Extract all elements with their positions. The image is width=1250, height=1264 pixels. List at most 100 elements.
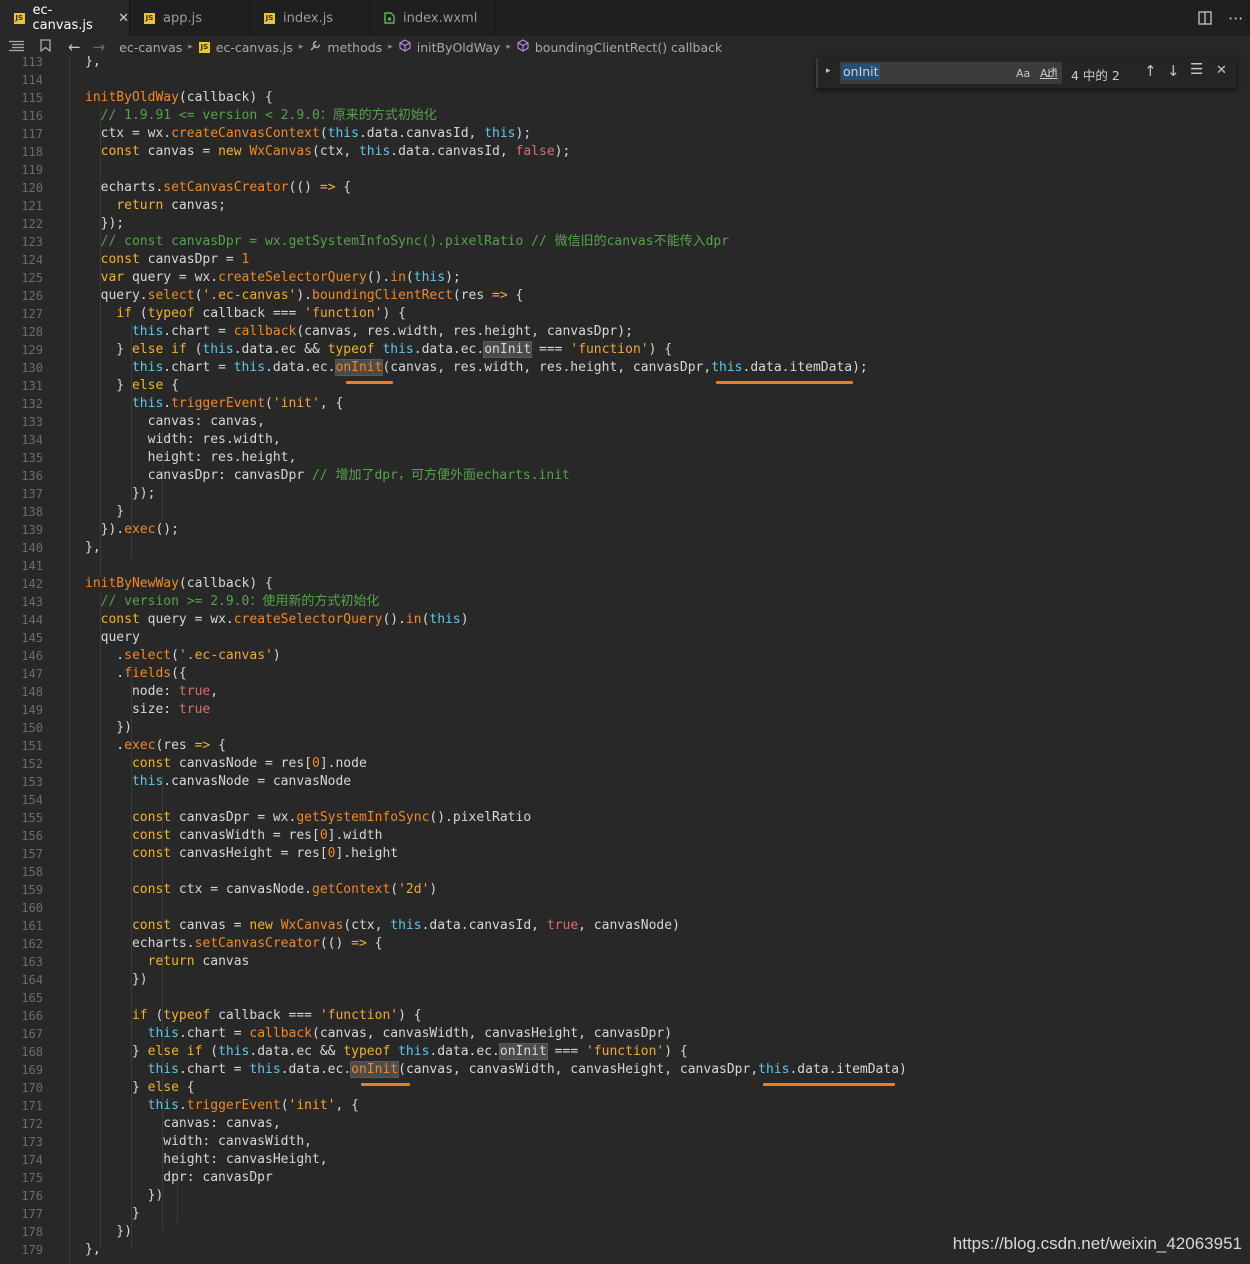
code-line[interactable]: 157 const canvasHeight = res[0].height [0, 845, 1250, 863]
code-editor[interactable]: 113}, 114 115 initByOldWay(callback) {116 /… [0, 56, 1250, 1264]
code-line[interactable]: 118 const canvas = new WxCanvas(ctx, thi… [0, 143, 1250, 161]
toggle-replace-chevron-icon[interactable]: ▸ [826, 66, 831, 76]
split-editor-icon[interactable] [1198, 0, 1212, 36]
code-line[interactable]: 128 this.chart = callback(canvas, res.wi… [0, 323, 1250, 341]
code-line[interactable]: 162 echarts.setCanvasCreator(() => { [0, 935, 1250, 953]
close-icon[interactable]: ✕ [1216, 63, 1227, 78]
code-line[interactable]: 155 const canvasDpr = wx.getSystemInfoSy… [0, 809, 1250, 827]
tab-app-js[interactable]: JS app.js [130, 0, 250, 36]
code-line[interactable]: 167 this.chart = callback(canvas, canvas… [0, 1025, 1250, 1043]
line-number: 176 [21, 1189, 43, 1203]
code-line[interactable]: 119 [0, 161, 1250, 179]
code-text: initByOldWay(callback) { [85, 90, 273, 105]
code-line[interactable]: 149 size: true [0, 701, 1250, 719]
code-line[interactable]: 115 initByOldWay(callback) { [0, 89, 1250, 107]
code-line[interactable]: 172 canvas: canvas, [0, 1115, 1250, 1133]
code-line[interactable]: 117 ctx = wx.createCanvasContext(this.da… [0, 125, 1250, 143]
code-line[interactable]: 147 .fields({ [0, 665, 1250, 683]
code-line[interactable]: 164 }) [0, 971, 1250, 989]
code-line[interactable]: 125 var query = wx.createSelectorQuery()… [0, 269, 1250, 287]
code-text: .select('.ec-canvas') [85, 648, 281, 663]
code-line[interactable]: 116 // 1.9.91 <= version < 2.9.0：原来的方式初始… [0, 107, 1250, 125]
code-line[interactable]: 163 return canvas [0, 953, 1250, 971]
code-line[interactable]: 177 } [0, 1205, 1250, 1223]
code-line[interactable]: 133 canvas: canvas, [0, 413, 1250, 431]
code-line[interactable]: 131 } else { [0, 377, 1250, 395]
code-line[interactable]: 142 initByNewWay(callback) { [0, 575, 1250, 593]
breadcrumb-item[interactable]: ec-canvas [119, 40, 182, 55]
tab-index-wxml[interactable]: index.wxml [370, 0, 496, 36]
find-in-selection-icon[interactable]: ☰ [1190, 60, 1203, 78]
code-line[interactable]: 166 if (typeof callback === 'function') … [0, 1007, 1250, 1025]
bookmark-icon[interactable] [40, 39, 51, 55]
code-line[interactable]: 175 dpr: canvasDpr [0, 1169, 1250, 1187]
code-line[interactable]: 139 }).exec(); [0, 521, 1250, 539]
code-text: height: res.height, [85, 450, 297, 465]
code-line[interactable]: 130 this.chart = this.data.ec.onInit(can… [0, 359, 1250, 377]
code-line[interactable]: 156 const canvasWidth = res[0].width [0, 827, 1250, 845]
back-arrow-icon[interactable]: ← [68, 38, 81, 56]
code-line[interactable]: 159 const ctx = canvasNode.getContext('2… [0, 881, 1250, 899]
close-icon[interactable]: ✕ [118, 11, 129, 26]
code-line[interactable]: 161 const canvas = new WxCanvas(ctx, thi… [0, 917, 1250, 935]
line-number: 156 [21, 829, 43, 843]
code-line[interactable]: 144 const query = wx.createSelectorQuery… [0, 611, 1250, 629]
code-text: const canvas = new WxCanvas(ctx, this.da… [100, 144, 571, 159]
code-line[interactable]: 148 node: true, [0, 683, 1250, 701]
find-input[interactable]: onInit Aa Abl [840, 62, 1062, 84]
code-line[interactable]: 176 }) [0, 1187, 1250, 1205]
use-regex-icon[interactable]: .* [1046, 66, 1057, 81]
code-line[interactable]: 165 [0, 989, 1250, 1007]
code-line[interactable]: 132 this.triggerEvent('init', { [0, 395, 1250, 413]
code-line[interactable]: 152 const canvasNode = res[0].node [0, 755, 1250, 773]
line-number: 165 [21, 991, 43, 1005]
code-line[interactable]: 124 const canvasDpr = 1 [0, 251, 1250, 269]
breadcrumb-item[interactable]: initByOldWay [417, 40, 501, 55]
line-number: 137 [21, 487, 43, 501]
code-line[interactable]: 145 query [0, 629, 1250, 647]
code-line[interactable]: 135 height: res.height, [0, 449, 1250, 467]
code-line[interactable]: 153 this.canvasNode = canvasNode [0, 773, 1250, 791]
code-line[interactable]: 170 } else { [0, 1079, 1250, 1097]
code-line[interactable]: 123 // const canvasDpr = wx.getSystemInf… [0, 233, 1250, 251]
code-line[interactable]: 136 canvasDpr: canvasDpr // 增加了dpr，可方便外面… [0, 467, 1250, 485]
code-text: canvas: canvas, [85, 1116, 281, 1131]
code-line[interactable]: 173 width: canvasWidth, [0, 1133, 1250, 1151]
code-line[interactable]: 137 }); [0, 485, 1250, 503]
match-case-icon[interactable]: Aa [1016, 67, 1030, 80]
code-line[interactable]: 151 .exec(res => { [0, 737, 1250, 755]
code-line[interactable]: 174 height: canvasHeight, [0, 1151, 1250, 1169]
forward-arrow-icon[interactable]: → [93, 38, 106, 56]
code-line[interactable]: 154 [0, 791, 1250, 809]
code-line[interactable]: 141 [0, 557, 1250, 575]
code-line[interactable]: 129 } else if (this.data.ec && typeof th… [0, 341, 1250, 359]
code-line[interactable]: 138 } [0, 503, 1250, 521]
more-actions-icon[interactable]: ··· [1228, 0, 1243, 36]
line-number: 163 [21, 955, 43, 969]
code-line[interactable]: 143 // version >= 2.9.0：使用新的方式初始化 [0, 593, 1250, 611]
code-line[interactable]: 122 }); [0, 215, 1250, 233]
find-query-text: onInit [842, 64, 880, 80]
code-line[interactable]: 120 echarts.setCanvasCreator(() => { [0, 179, 1250, 197]
code-line[interactable]: 146 .select('.ec-canvas') [0, 647, 1250, 665]
previous-match-arrow-icon[interactable]: ↑ [1144, 62, 1157, 80]
tab-index-js[interactable]: JS index.js [250, 0, 370, 36]
code-line[interactable]: 150 }) [0, 719, 1250, 737]
line-number: 167 [21, 1027, 43, 1041]
breadcrumb-item[interactable]: methods [327, 40, 382, 55]
code-line[interactable]: 121 return canvas; [0, 197, 1250, 215]
code-line[interactable]: 160 [0, 899, 1250, 917]
code-line[interactable]: 158 [0, 863, 1250, 881]
code-line[interactable]: 134 width: res.width, [0, 431, 1250, 449]
next-match-arrow-icon[interactable]: ↓ [1167, 62, 1180, 80]
code-line[interactable]: 126 query.select('.ec-canvas').boundingC… [0, 287, 1250, 305]
breadcrumb-item[interactable]: ec-canvas.js [216, 40, 293, 55]
code-line[interactable]: 140}, [0, 539, 1250, 557]
code-line[interactable]: 169 this.chart = this.data.ec.onInit(can… [0, 1061, 1250, 1079]
tab-ec-canvas-js[interactable]: JS ec-canvas.js ✕ [0, 0, 130, 36]
code-line[interactable]: 171 this.triggerEvent('init', { [0, 1097, 1250, 1115]
code-line[interactable]: 168 } else if (this.data.ec && typeof th… [0, 1043, 1250, 1061]
code-line[interactable]: 127 if (typeof callback === 'function') … [0, 305, 1250, 323]
outline-icon[interactable] [9, 40, 24, 55]
breadcrumb-item[interactable]: boundingClientRect() callback [535, 40, 722, 55]
